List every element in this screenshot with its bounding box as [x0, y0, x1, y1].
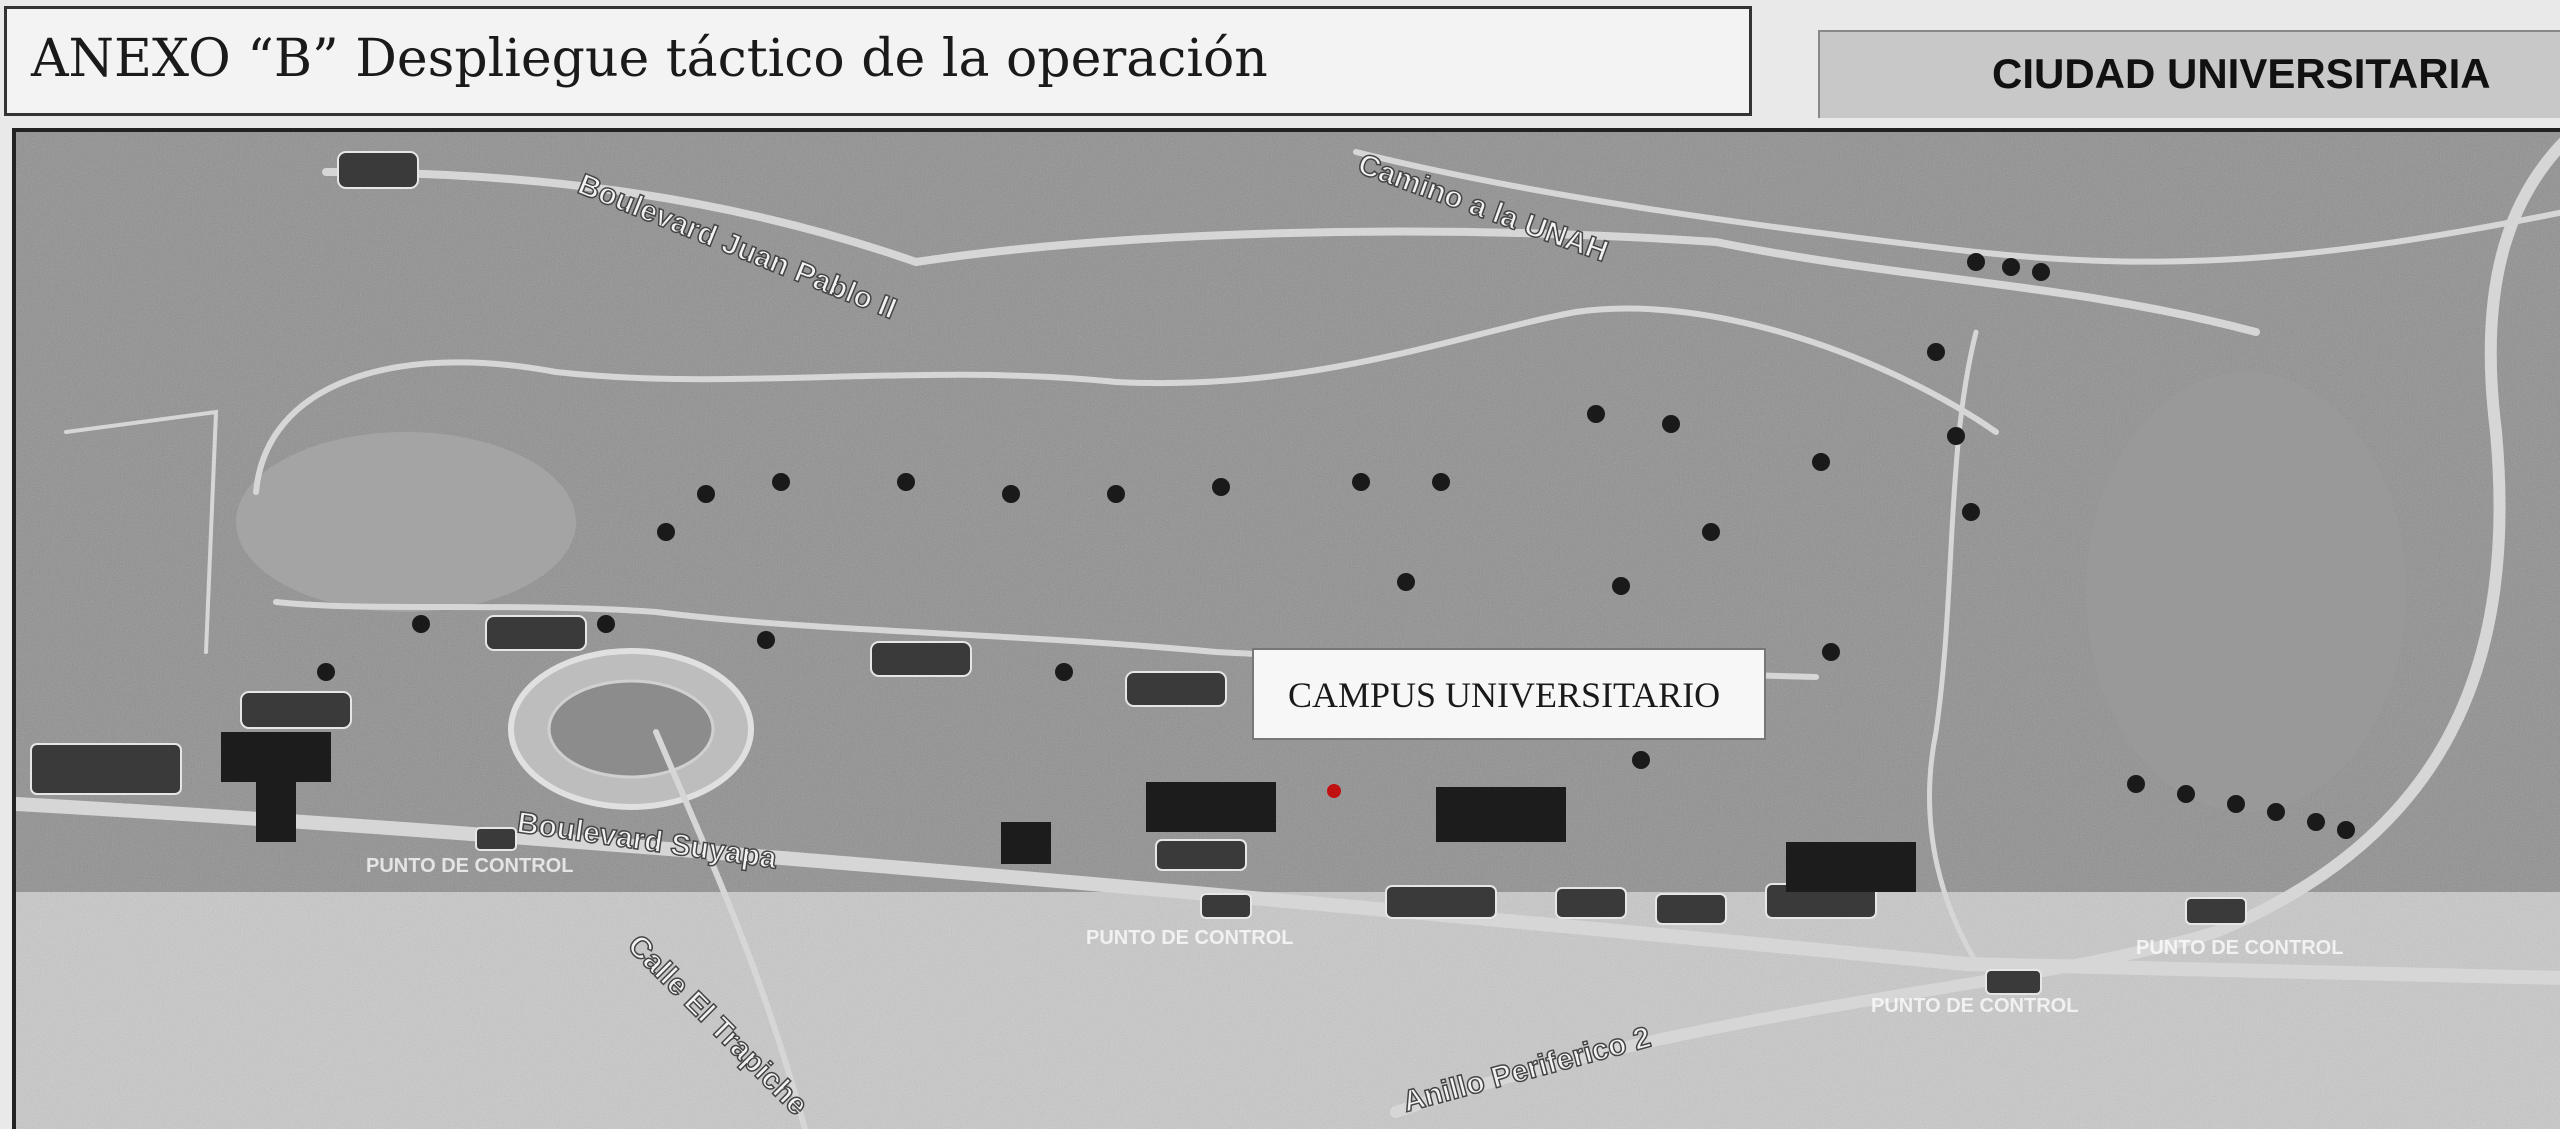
- vehicle-icon: [337, 151, 419, 189]
- soldier-icon: [2267, 803, 2285, 821]
- soldier-icon: [2032, 263, 2050, 281]
- checkpoint-label: PUNTO DE CONTROL: [366, 855, 573, 877]
- soldier-icon: [1352, 473, 1370, 491]
- soldier-icon: [1632, 751, 1650, 769]
- soldier-icon: [1967, 253, 1985, 271]
- stadium: [508, 648, 754, 810]
- soldier-icon: [1962, 503, 1980, 521]
- vehicle-icon: [1200, 893, 1252, 919]
- vehicle-icon: [2185, 897, 2247, 925]
- soldier-group-east: [1786, 842, 1916, 892]
- soldier-icon: [1587, 405, 1605, 423]
- location-box: CIUDAD UNIVERSITARIA: [1818, 30, 2560, 118]
- checkpoint-label: PUNTO DE CONTROL: [1871, 995, 2078, 1017]
- vehicle-icon: [1655, 893, 1727, 925]
- soldier-icon: [772, 473, 790, 491]
- soldier-icon: [1002, 485, 1020, 503]
- soldier-icon: [317, 663, 335, 681]
- soldier-icon: [1055, 663, 1073, 681]
- soldier-icon: [897, 473, 915, 491]
- forest-area: [2086, 372, 2406, 812]
- target-location-marker: [1327, 784, 1341, 798]
- soldier-icon: [1947, 427, 1965, 445]
- map-canvas: Boulevard Juan Pablo II Camino a la UNAH…: [16, 132, 2560, 1129]
- soldier-icon: [2002, 258, 2020, 276]
- soldier-icon: [2307, 813, 2325, 831]
- soldier-icon: [2227, 795, 2245, 813]
- checkpoint-label: PUNTO DE CONTROL: [2136, 937, 2343, 959]
- vehicle-icon: [240, 691, 352, 729]
- soldier-icon: [657, 523, 675, 541]
- soldier-icon: [412, 615, 430, 633]
- soldier-icon: [1812, 453, 1830, 471]
- location-title: CIUDAD UNIVERSITARIA: [1992, 50, 2491, 97]
- soldier-group-center-right: [1436, 787, 1566, 842]
- soldier-icon: [1212, 478, 1230, 496]
- soldier-icon: [2127, 775, 2145, 793]
- soldier-icon: [2177, 785, 2195, 803]
- soldier-group-center-left: [1146, 782, 1276, 832]
- soldier-icon: [1702, 523, 1720, 541]
- soldier-icon: [1612, 577, 1630, 595]
- soldier-icon: [1432, 473, 1450, 491]
- soldier-icon: [1822, 643, 1840, 661]
- vehicle-icon: [1555, 887, 1627, 919]
- soldier-icon: [757, 631, 775, 649]
- soldier-icon: [597, 615, 615, 633]
- title-box: ANEXO “B” Despliegue táctico de la opera…: [4, 6, 1752, 116]
- soldier-icon: [697, 485, 715, 503]
- vehicle-icon: [475, 827, 517, 851]
- document-title: ANEXO “B” Despliegue táctico de la opera…: [31, 29, 1268, 89]
- vehicle-icon: [1385, 885, 1497, 919]
- vehicle-icon: [485, 615, 587, 651]
- soldier-icon: [1927, 343, 1945, 361]
- field-area: [236, 432, 576, 612]
- vehicle-icon: [1155, 839, 1247, 871]
- vehicle-icon: [1985, 969, 2042, 995]
- soldier-icon: [2337, 821, 2355, 839]
- checkpoint-label: PUNTO DE CONTROL: [1086, 927, 1293, 949]
- soldier-icon: [1107, 485, 1125, 503]
- vehicle-icon: [870, 641, 972, 677]
- campus-label-box: CAMPUS UNIVERSITARIO: [1252, 648, 1766, 740]
- tactical-map: Boulevard Juan Pablo II Camino a la UNAH…: [12, 128, 2560, 1129]
- vehicle-icon: [1125, 671, 1227, 707]
- soldier-group-suyapa: [1001, 822, 1051, 864]
- soldier-icon: [1662, 415, 1680, 433]
- fire-truck-icon: [30, 743, 182, 795]
- soldier-icon: [1397, 573, 1415, 591]
- campus-label: CAMPUS UNIVERSITARIO: [1288, 675, 1721, 715]
